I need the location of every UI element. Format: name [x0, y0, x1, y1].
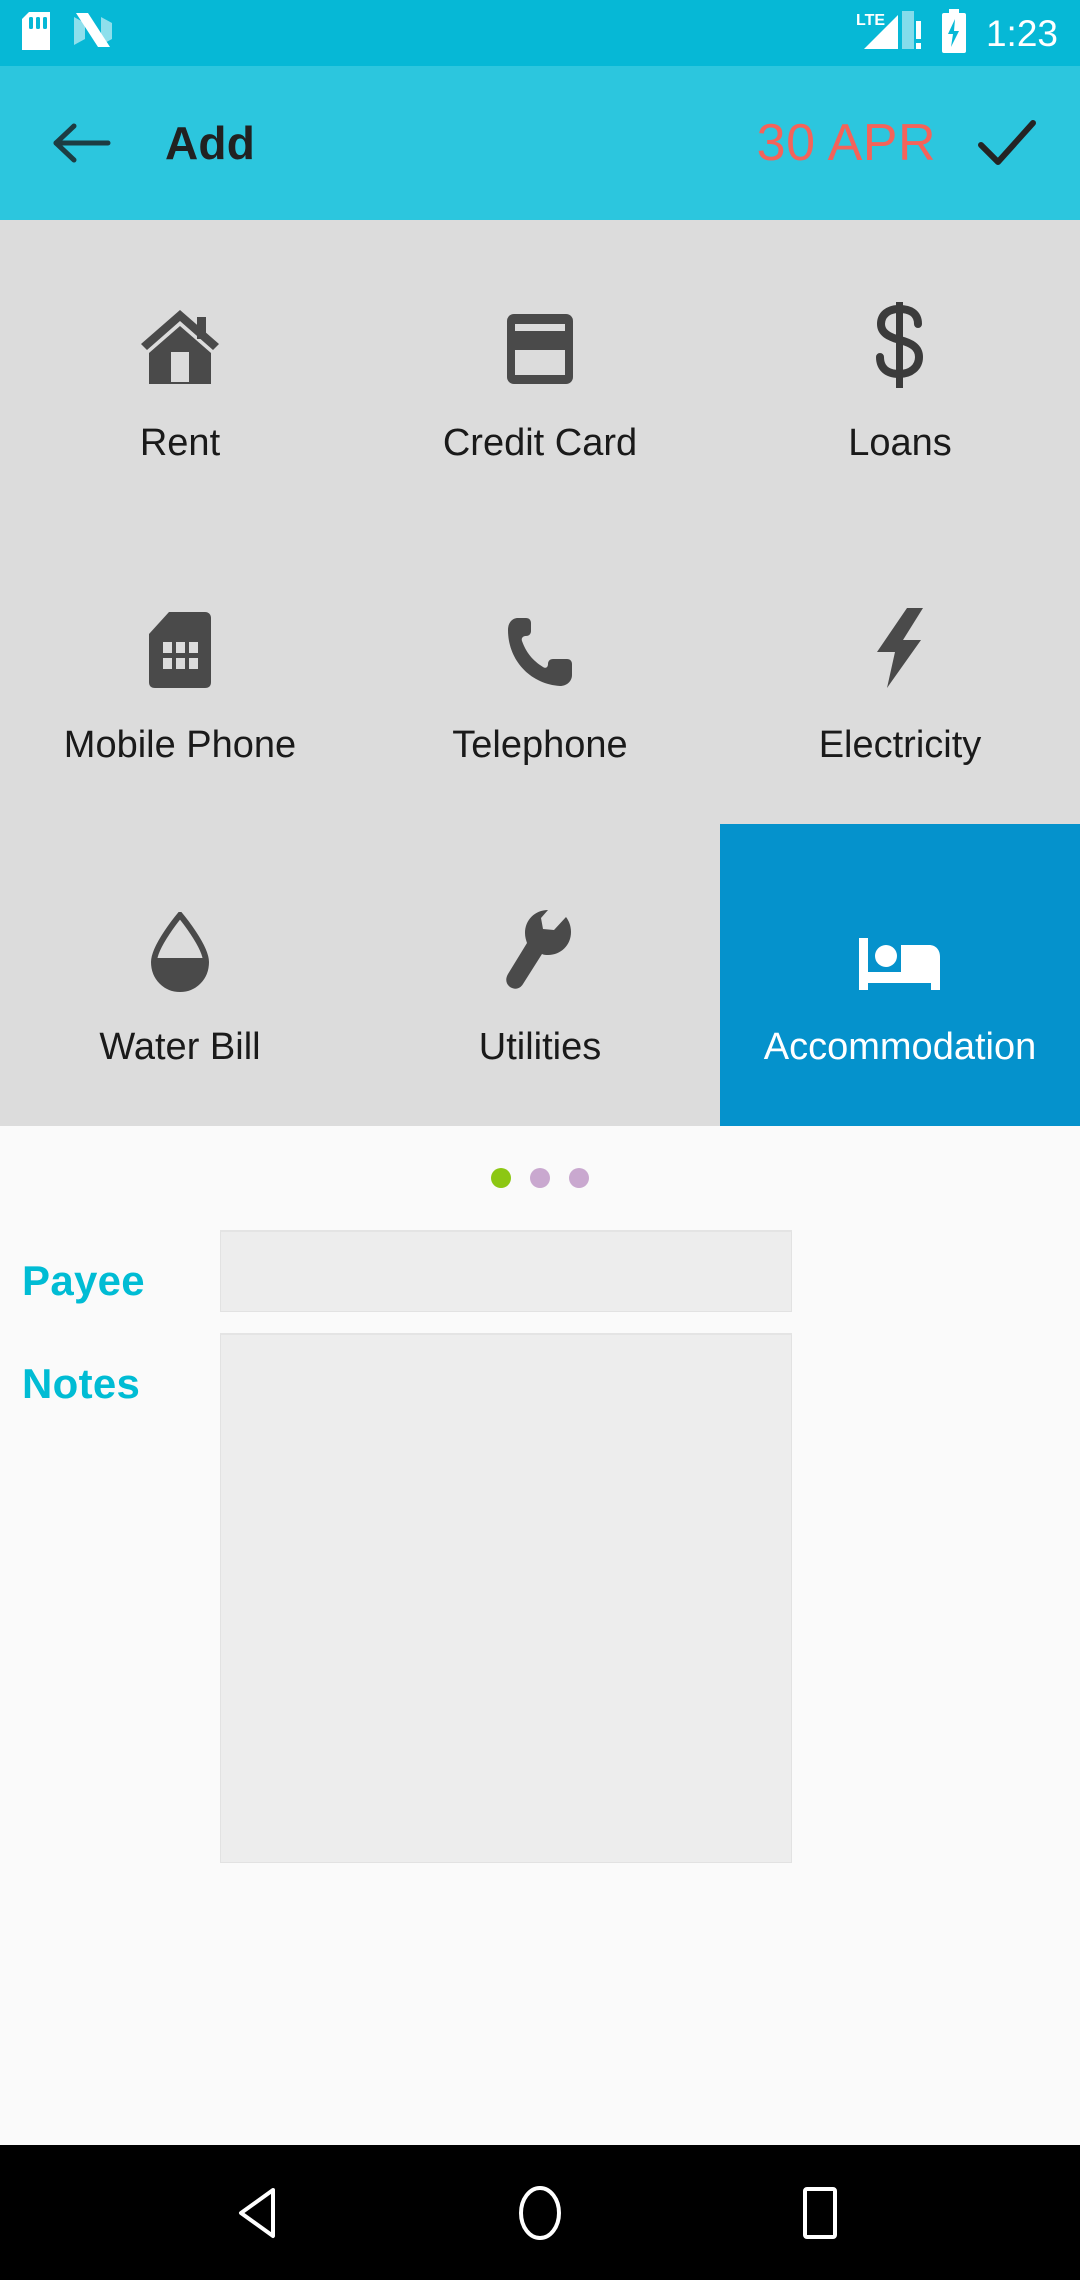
category-label: Loans [848, 422, 952, 464]
category-tile-utilities[interactable]: Utilities [360, 824, 720, 1126]
page-dot-2[interactable] [530, 1168, 550, 1188]
payee-input[interactable] [221, 1230, 791, 1313]
android-nougat-icon [72, 11, 114, 56]
nav-recents-button[interactable] [760, 2163, 880, 2263]
battery-charging-icon [940, 8, 968, 58]
payee-field-box[interactable] [220, 1230, 792, 1313]
lte-signal-icon: LTE [856, 9, 926, 58]
confirm-button[interactable] [970, 106, 1044, 180]
page-dot-3[interactable] [569, 1168, 589, 1188]
recents-square-icon [803, 2186, 837, 2239]
category-label: Electricity [818, 724, 982, 766]
category-label: Mobile Phone [63, 724, 297, 766]
home-circle-icon [519, 2185, 561, 2240]
category-tile-rent[interactable]: Rent [0, 220, 360, 522]
category-tile-credit-card[interactable]: Credit Card [360, 220, 720, 522]
nav-back-button[interactable] [200, 2163, 320, 2263]
category-label: Utilities [478, 1026, 602, 1068]
category-tile-water-bill[interactable]: Water Bill [0, 824, 360, 1126]
status-bar-right: LTE 1:23 [856, 8, 1058, 58]
lightning-bolt-icon [871, 582, 929, 690]
bed-icon [857, 884, 943, 992]
credit-card-icon [503, 280, 577, 388]
nav-home-button[interactable] [480, 2163, 600, 2263]
form-area: Payee Notes [0, 1230, 1080, 2145]
sim-card-icon [147, 582, 213, 690]
category-tile-electricity[interactable]: Electricity [720, 522, 1080, 824]
payee-row: Payee [22, 1230, 1080, 1313]
dollar-sign-icon [869, 280, 931, 388]
notes-input[interactable] [221, 1335, 791, 1862]
app-screen: LTE 1:23 Add 30 APR Rent Credit Card Loa… [0, 0, 1080, 2280]
android-nav-bar [0, 2145, 1080, 2280]
page-indicator [0, 1126, 1080, 1230]
arrow-left-icon [53, 123, 111, 163]
wrench-icon [502, 884, 578, 992]
category-label: Telephone [452, 724, 628, 766]
back-triangle-icon [239, 2187, 275, 2238]
category-label: Rent [139, 422, 221, 464]
category-tile-mobile-phone[interactable]: Mobile Phone [0, 522, 360, 824]
category-grid: Rent Credit Card Loans Mobile Phone Tele… [0, 220, 1080, 1126]
back-button[interactable] [46, 107, 118, 179]
category-tile-accommodation[interactable]: Accommodation [720, 824, 1080, 1126]
page-title: Add [165, 117, 256, 169]
status-bar-left [22, 11, 114, 56]
phone-handset-icon [504, 582, 576, 690]
home-icon [137, 280, 223, 388]
category-tile-telephone[interactable]: Telephone [360, 522, 720, 824]
app-bar-actions: 30 APR [757, 106, 1044, 180]
notes-row: Notes [22, 1333, 1080, 1863]
category-label: Credit Card [442, 422, 638, 464]
payee-label: Payee [22, 1257, 145, 1304]
notes-label: Notes [22, 1360, 141, 1407]
notes-field-box[interactable] [220, 1333, 792, 1863]
svg-text:LTE: LTE [856, 12, 885, 29]
category-tile-loans[interactable]: Loans [720, 220, 1080, 522]
status-bar: LTE 1:23 [0, 0, 1080, 66]
category-label: Water Bill [99, 1026, 261, 1068]
app-bar: Add 30 APR [0, 66, 1080, 220]
category-label: Accommodation [763, 1026, 1037, 1068]
date-button[interactable]: 30 APR [757, 113, 936, 173]
water-drop-icon [148, 884, 212, 992]
page-dot-1[interactable] [491, 1168, 511, 1188]
status-bar-clock: 1:23 [985, 12, 1058, 54]
check-icon [978, 120, 1036, 165]
sd-card-icon [22, 11, 50, 55]
